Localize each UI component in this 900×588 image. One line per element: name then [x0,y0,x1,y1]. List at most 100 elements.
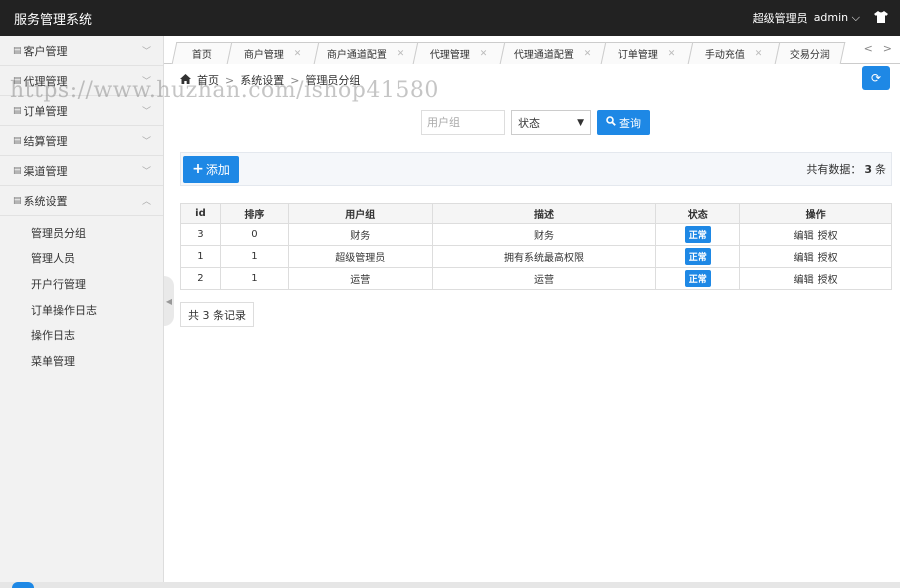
column-header-sort: 排序 [219,203,289,224]
list-icon: ▤ [13,75,22,86]
app-title: 服务管理系统 [14,12,93,28]
cell-description: 拥有系统最高权限 [431,245,657,268]
authorize-link[interactable]: 授权 [818,275,838,286]
tab-merchants[interactable]: 商户管理 ✕ [226,42,320,64]
chevron-down-icon: ▼ [577,117,584,128]
cell-sort: 0 [219,223,289,246]
column-header-group: 用户组 [287,203,433,224]
status-select[interactable]: 状态 ▼ [511,110,591,135]
sidebar-item-label: 订单管理 [23,104,68,118]
tab-agent-channels[interactable]: 代理通道配置 ✕ [499,42,607,64]
status-badge[interactable]: 正常 [684,226,711,243]
sidebar-subitem-menus[interactable]: 菜单管理 [0,348,163,374]
add-button[interactable]: + 添加 [183,155,239,183]
home-icon [180,73,191,87]
top-bar: 服务管理系统 超级管理员 admin ⌵ [0,0,900,36]
sidebar-item-agents[interactable]: ▤ 代理管理 ﹀ [0,66,163,96]
refresh-button[interactable]: ⟳ [862,66,890,90]
cell-group: 超级管理员 [287,245,433,268]
cell-description: 运营 [431,267,657,290]
total-prefix: 共有数据： [806,163,862,176]
cell-status: 正常 [655,267,741,290]
admin-group-table: id 排序 用户组 描述 状态 操作 3 0 财务 财务 正常 编辑 授权 1 1… [180,203,892,290]
sidebar-item-label: 客户管理 [23,44,68,58]
edit-link[interactable]: 编辑 [794,231,814,242]
cell-id: 1 [180,245,221,268]
status-select-value: 状态 [518,116,540,130]
close-icon[interactable]: ✕ [755,49,763,59]
cell-sort: 1 [219,245,289,268]
tab-list: 首页 商户管理 ✕ 商户通道配置 ✕ 代理管理 ✕ 代理通道配置 ✕ 订单管理 … [171,42,846,64]
list-icon: ▤ [13,165,22,176]
list-icon: ▤ [13,45,22,56]
tab-label: 代理通道配置 [514,50,575,61]
chevron-down-icon: ﹀ [141,107,151,117]
authorize-link[interactable]: 授权 [818,253,838,264]
table-row: 1 1 超级管理员 拥有系统最高权限 正常 编辑 授权 [180,245,892,268]
close-icon[interactable]: ✕ [584,49,592,59]
edit-link[interactable]: 编辑 [794,253,814,264]
table-header-row: id 排序 用户组 描述 状态 操作 [180,203,892,224]
sidebar-subitem-admin-groups[interactable]: 管理员分组 [0,220,163,246]
query-label: 查询 [619,116,641,130]
chevron-down-icon: ﹀ [141,167,151,177]
tab-prev-button[interactable]: < [864,42,873,55]
tab-agents[interactable]: 代理管理 ✕ [412,42,506,64]
sidebar-item-orders[interactable]: ▤ 订单管理 ﹀ [0,96,163,126]
query-button[interactable]: 查询 [597,110,650,135]
tshirt-icon[interactable] [874,10,888,26]
tab-scroll-controls: < > [864,42,892,55]
sidebar-item-settlement[interactable]: ▤ 结算管理 ﹀ [0,126,163,156]
tab-orders[interactable]: 订单管理 ✕ [600,42,694,64]
tab-label: 订单管理 [618,50,659,61]
sidebar-subitem-order-logs[interactable]: 订单操作日志 [0,297,163,323]
status-badge[interactable]: 正常 [684,270,711,287]
authorize-link[interactable]: 授权 [818,231,838,242]
column-header-description: 描述 [431,203,657,224]
usergroup-input[interactable] [421,110,505,135]
plus-icon: + [192,161,204,177]
tab-label: 交易分润 [789,50,830,61]
breadcrumb-home[interactable]: 首页 [197,72,219,88]
chevron-down-icon: ⌵ [851,11,860,24]
bottom-indicator [12,582,34,588]
sidebar-submenu: 管理员分组 管理人员 开户行管理 订单操作日志 操作日志 菜单管理 [0,216,163,374]
tab-merchant-channels[interactable]: 商户通道配置 ✕ [313,42,419,64]
cell-actions: 编辑 授权 [739,267,892,290]
tab-label: 商户管理 [244,50,285,61]
tab-bar: 首页 商户管理 ✕ 商户通道配置 ✕ 代理管理 ✕ 代理通道配置 ✕ 订单管理 … [164,36,900,64]
edit-link[interactable]: 编辑 [794,275,814,286]
breadcrumb-section[interactable]: 系统设置 [240,72,284,88]
total-count: 3 [864,163,872,176]
sidebar-item-channels[interactable]: ▤ 渠道管理 ﹀ [0,156,163,186]
sidebar-subitem-admins[interactable]: 管理人员 [0,246,163,272]
close-icon[interactable]: ✕ [668,49,676,59]
tab-next-button[interactable]: > [883,42,892,55]
sidebar-collapse-handle[interactable]: ◀ [164,276,174,326]
refresh-icon: ⟳ [870,71,882,85]
tab-home[interactable]: 首页 [171,42,233,64]
cell-group: 财务 [287,223,433,246]
column-header-status: 状态 [655,203,741,224]
sidebar-item-customers[interactable]: ▤ 客户管理 ﹀ [0,36,163,66]
close-icon[interactable]: ✕ [294,49,302,59]
sidebar-subitem-operation-logs[interactable]: 操作日志 [0,322,163,348]
chevron-down-icon: ﹀ [141,77,151,87]
sidebar-item-system-settings[interactable]: ▤ 系统设置 ︿ [0,186,163,216]
close-icon[interactable]: ✕ [397,49,405,59]
user-area: 超级管理员 admin ⌵ [753,10,888,26]
sidebar: ▤ 客户管理 ﹀ ▤ 代理管理 ﹀ ▤ 订单管理 ﹀ ▤ 结算管理 ﹀ ▤ 渠道管理 ﹀ … [0,36,164,588]
cell-group: 运营 [287,267,433,290]
total-suffix: 条 [875,163,886,176]
user-menu[interactable]: admin ⌵ [814,11,860,25]
tab-profit-sharing[interactable]: 交易分润 [774,42,846,64]
tab-manual-recharge[interactable]: 手动充值 ✕ [687,42,781,64]
sidebar-subitem-banks[interactable]: 开户行管理 [0,271,163,297]
close-icon[interactable]: ✕ [480,49,488,59]
list-icon: ▤ [13,195,22,206]
breadcrumb-separator: > [225,73,235,87]
status-badge[interactable]: 正常 [684,248,711,265]
chevron-down-icon: ﹀ [141,137,151,147]
tab-label: 手动充值 [705,50,746,61]
bottom-strip [0,582,900,588]
